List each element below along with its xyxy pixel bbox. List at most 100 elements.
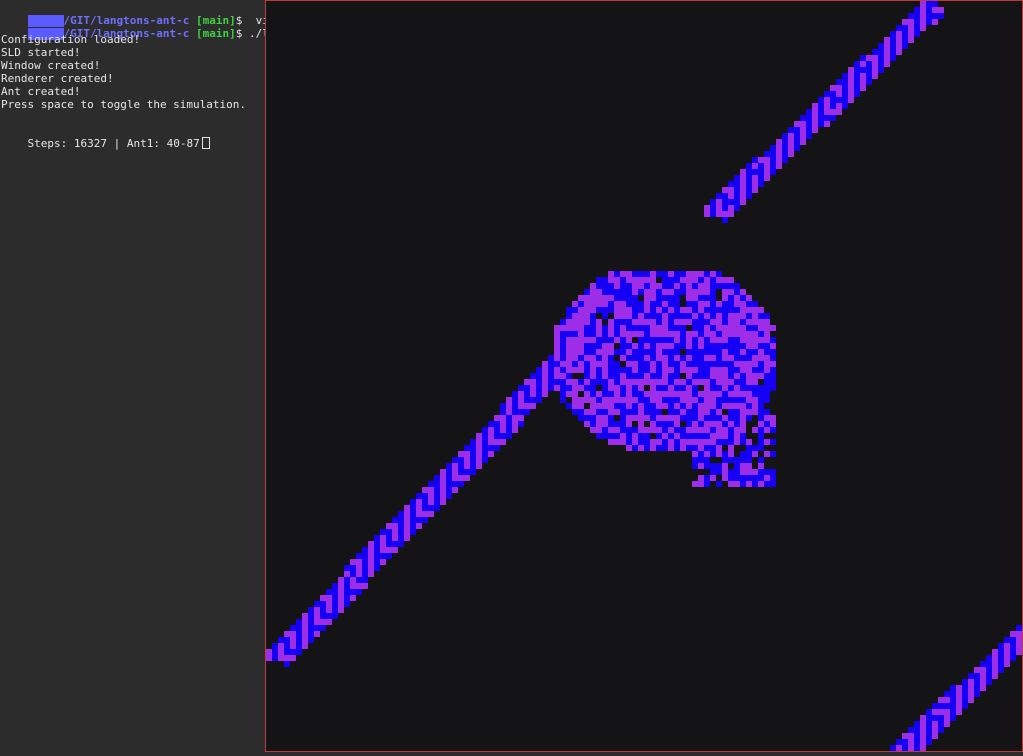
grid-cell bbox=[758, 421, 764, 427]
grid-cell bbox=[692, 277, 698, 283]
grid-cell bbox=[896, 31, 902, 37]
grid-cell bbox=[422, 511, 428, 517]
grid-cell bbox=[662, 385, 668, 391]
grid-cell bbox=[860, 79, 866, 85]
grid-cell bbox=[764, 481, 770, 487]
grid-cell bbox=[728, 403, 734, 409]
grid-cell bbox=[764, 439, 770, 445]
grid-cell bbox=[686, 343, 692, 349]
grid-cell bbox=[590, 427, 596, 433]
grid-cell bbox=[554, 361, 560, 367]
grid-cell bbox=[746, 319, 752, 325]
grid-cell bbox=[710, 403, 716, 409]
grid-cell bbox=[890, 43, 896, 49]
grid-cell bbox=[584, 361, 590, 367]
grid-cell bbox=[614, 319, 620, 325]
grid-cell bbox=[938, 697, 944, 703]
grid-cell bbox=[350, 559, 356, 565]
grid-cell bbox=[356, 583, 362, 589]
grid-cell bbox=[758, 373, 764, 379]
grid-cell bbox=[806, 115, 812, 121]
grid-cell bbox=[638, 355, 644, 361]
grid-cell bbox=[608, 397, 614, 403]
status-line: Steps: 16327 | Ant1: 40-87 bbox=[1, 124, 210, 163]
grid-cell bbox=[728, 193, 734, 199]
grid-cell bbox=[380, 529, 386, 535]
grid-cell bbox=[962, 691, 968, 697]
grid-cell bbox=[800, 121, 806, 127]
grid-cell bbox=[584, 397, 590, 403]
grid-cell bbox=[932, 703, 938, 709]
grid-cell bbox=[674, 283, 680, 289]
grid-cell bbox=[728, 421, 734, 427]
grid-cell bbox=[722, 475, 728, 481]
grid-cell bbox=[668, 277, 674, 283]
grid-cell bbox=[716, 355, 722, 361]
grid-cell bbox=[542, 367, 548, 373]
grid-cell bbox=[626, 379, 632, 385]
grid-cell bbox=[752, 391, 758, 397]
grid-cell bbox=[704, 337, 710, 343]
grid-cell bbox=[602, 343, 608, 349]
grid-cell bbox=[596, 307, 602, 313]
grid-cell bbox=[722, 349, 728, 355]
grid-cell bbox=[722, 463, 728, 469]
grid-cell bbox=[272, 655, 278, 661]
grid-cell bbox=[734, 343, 740, 349]
grid-cell bbox=[716, 193, 722, 199]
grid-cell bbox=[596, 295, 602, 301]
grid-cell bbox=[710, 427, 716, 433]
grid-cell bbox=[428, 505, 434, 511]
grid-cell bbox=[710, 433, 716, 439]
grid-cell bbox=[530, 385, 536, 391]
grid-cell bbox=[728, 469, 734, 475]
grid-cell bbox=[674, 343, 680, 349]
grid-cell bbox=[746, 445, 752, 451]
grid-cell bbox=[524, 391, 530, 397]
grid-cell bbox=[662, 397, 668, 403]
terminal-window[interactable]: /GIT/langtons-ant-c [main]$ vim /GIT/lan… bbox=[0, 0, 1023, 756]
grid-cell bbox=[680, 289, 686, 295]
simulation-window[interactable] bbox=[265, 0, 1023, 752]
grid-cell bbox=[638, 283, 644, 289]
grid-cell bbox=[512, 427, 518, 433]
grid-cell bbox=[764, 451, 770, 457]
grid-cell bbox=[698, 433, 704, 439]
grid-cell bbox=[980, 673, 986, 679]
grid-cell bbox=[728, 481, 734, 487]
grid-cell bbox=[872, 73, 878, 79]
grid-cell bbox=[752, 181, 758, 187]
grid-cell bbox=[590, 367, 596, 373]
grid-cell bbox=[722, 451, 728, 457]
grid-cell bbox=[722, 325, 728, 331]
grid-cell bbox=[740, 313, 746, 319]
grid-cell bbox=[698, 277, 704, 283]
grid-cell bbox=[704, 331, 710, 337]
grid-cell bbox=[566, 391, 572, 397]
grid-cell bbox=[746, 175, 752, 181]
grid-cell bbox=[614, 283, 620, 289]
grid-cell bbox=[764, 331, 770, 337]
grid-cell bbox=[656, 295, 662, 301]
grid-cell bbox=[680, 361, 686, 367]
grid-cell bbox=[290, 625, 296, 631]
grid-cell bbox=[662, 343, 668, 349]
grid-cell bbox=[314, 625, 320, 631]
grid-cell bbox=[662, 427, 668, 433]
grid-cell bbox=[986, 655, 992, 661]
grid-cell bbox=[608, 385, 614, 391]
grid-cell bbox=[614, 427, 620, 433]
grid-cell bbox=[758, 403, 764, 409]
grid-cell bbox=[908, 733, 914, 739]
grid-cell bbox=[704, 307, 710, 313]
grid-cell bbox=[632, 373, 638, 379]
grid-cell bbox=[656, 289, 662, 295]
grid-cell bbox=[632, 307, 638, 313]
grid-cell bbox=[638, 289, 644, 295]
grid-cell bbox=[674, 445, 680, 451]
prompt-branch: [main] bbox=[195, 27, 236, 40]
grid-cell bbox=[962, 679, 968, 685]
grid-cell bbox=[404, 535, 410, 541]
grid-cell bbox=[752, 451, 758, 457]
grid-cell bbox=[656, 403, 662, 409]
